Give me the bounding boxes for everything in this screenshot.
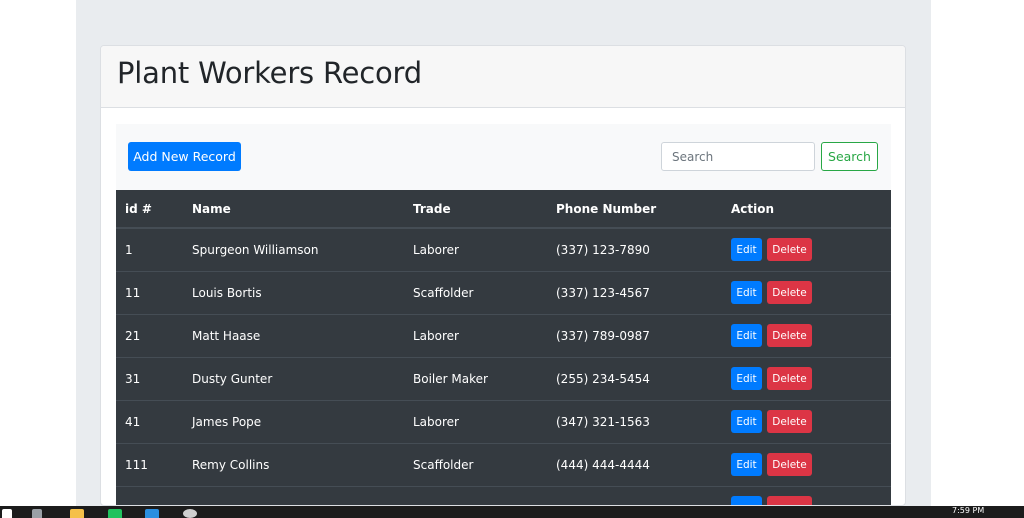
cell-action: Edit Delete bbox=[722, 313, 891, 357]
cell-action: Edit Delete bbox=[722, 399, 891, 443]
cell-action bbox=[722, 485, 891, 505]
cell-phone: (347) 321-1563 bbox=[547, 399, 722, 443]
add-new-record-button[interactable]: Add New Record bbox=[128, 142, 241, 171]
edit-button[interactable]: Edit bbox=[731, 367, 762, 390]
cell-name: James Pope bbox=[183, 399, 404, 443]
taskbar: 7:59 PM bbox=[0, 506, 1024, 518]
table-row: 31 Dusty Gunter Boiler Maker (255) 234-5… bbox=[116, 356, 891, 400]
cell-phone: (337) 123-4567 bbox=[547, 270, 722, 314]
table-row: 111 Remy Collins Scaffolder (444) 444-44… bbox=[116, 442, 891, 486]
delete-button[interactable]: Delete bbox=[767, 410, 812, 433]
edit-button[interactable] bbox=[731, 496, 762, 505]
vscode-icon[interactable] bbox=[145, 509, 159, 518]
column-header-action: Action bbox=[722, 190, 891, 229]
delete-button[interactable]: Delete bbox=[767, 281, 812, 304]
cell-action: Edit Delete bbox=[722, 442, 891, 486]
obs-icon[interactable] bbox=[183, 509, 197, 518]
records-card: Plant Workers Record Add New Record Sear… bbox=[100, 45, 906, 506]
delete-button[interactable]: Delete bbox=[767, 367, 812, 390]
cell-phone: (444) 444-4444 bbox=[547, 442, 722, 486]
cell-name: Spurgeon Williamson bbox=[183, 227, 404, 271]
column-header-name[interactable]: Name bbox=[183, 190, 404, 229]
cell-id: 41 bbox=[116, 399, 183, 443]
workers-table: id # Name Trade Phone Number Action 1 Sp… bbox=[116, 190, 891, 505]
delete-button[interactable]: Delete bbox=[767, 453, 812, 476]
app-green-icon[interactable] bbox=[108, 509, 122, 518]
delete-button[interactable] bbox=[767, 496, 812, 505]
table-header-row: id # Name Trade Phone Number Action bbox=[116, 190, 891, 229]
cell-id: 21 bbox=[116, 313, 183, 357]
taskbar-clock[interactable]: 7:59 PM bbox=[952, 506, 984, 516]
cell-action: Edit Delete bbox=[722, 227, 891, 271]
table-row: 11 Louis Bortis Scaffolder (337) 123-456… bbox=[116, 270, 891, 314]
cell-id: 11 bbox=[116, 270, 183, 314]
cell-id: 1 bbox=[116, 227, 183, 271]
edit-button[interactable]: Edit bbox=[731, 324, 762, 347]
table-row: 41 James Pope Laborer (347) 321-1563 Edi… bbox=[116, 399, 891, 443]
search-button[interactable]: Search bbox=[821, 142, 878, 171]
cell-action: Edit Delete bbox=[722, 356, 891, 400]
cell-trade: Laborer bbox=[404, 399, 547, 443]
search-input[interactable] bbox=[661, 142, 815, 171]
cell-trade: Scaffolder bbox=[404, 442, 547, 486]
table-row: 1 Spurgeon Williamson Laborer (337) 123-… bbox=[116, 227, 891, 271]
table-row-partial bbox=[116, 485, 891, 505]
page-title: Plant Workers Record bbox=[117, 56, 422, 90]
column-header-trade[interactable]: Trade bbox=[404, 190, 547, 229]
file-explorer-icon[interactable] bbox=[70, 509, 84, 518]
cell-phone: (337) 123-7890 bbox=[547, 227, 722, 271]
cell-id: 111 bbox=[116, 442, 183, 486]
delete-button[interactable]: Delete bbox=[767, 324, 812, 347]
delete-button[interactable]: Delete bbox=[767, 238, 812, 262]
cell-trade: Laborer bbox=[404, 227, 547, 271]
cell-phone: (337) 789-0987 bbox=[547, 313, 722, 357]
cell-phone: (255) 234-5454 bbox=[547, 356, 722, 400]
edit-button[interactable]: Edit bbox=[731, 238, 762, 262]
edit-button[interactable]: Edit bbox=[731, 281, 762, 304]
edit-button[interactable]: Edit bbox=[731, 453, 762, 476]
cell-action: Edit Delete bbox=[722, 270, 891, 314]
cell-id: 31 bbox=[116, 356, 183, 400]
table-row: 21 Matt Haase Laborer (337) 789-0987 Edi… bbox=[116, 313, 891, 357]
column-header-phone[interactable]: Phone Number bbox=[547, 190, 722, 229]
toolbar: Add New Record Search bbox=[116, 124, 891, 190]
windows-icon[interactable] bbox=[2, 509, 12, 518]
column-header-id[interactable]: id # bbox=[116, 190, 183, 229]
search-icon[interactable] bbox=[32, 509, 42, 518]
card-header: Plant Workers Record bbox=[101, 46, 905, 108]
cell-trade: Scaffolder bbox=[404, 270, 547, 314]
cell-name: Matt Haase bbox=[183, 313, 404, 357]
edit-button[interactable]: Edit bbox=[731, 410, 762, 433]
cell-trade: Boiler Maker bbox=[404, 356, 547, 400]
cell-name: Dusty Gunter bbox=[183, 356, 404, 400]
cell-name: Louis Bortis bbox=[183, 270, 404, 314]
cell-trade: Laborer bbox=[404, 313, 547, 357]
cell-name: Remy Collins bbox=[183, 442, 404, 486]
